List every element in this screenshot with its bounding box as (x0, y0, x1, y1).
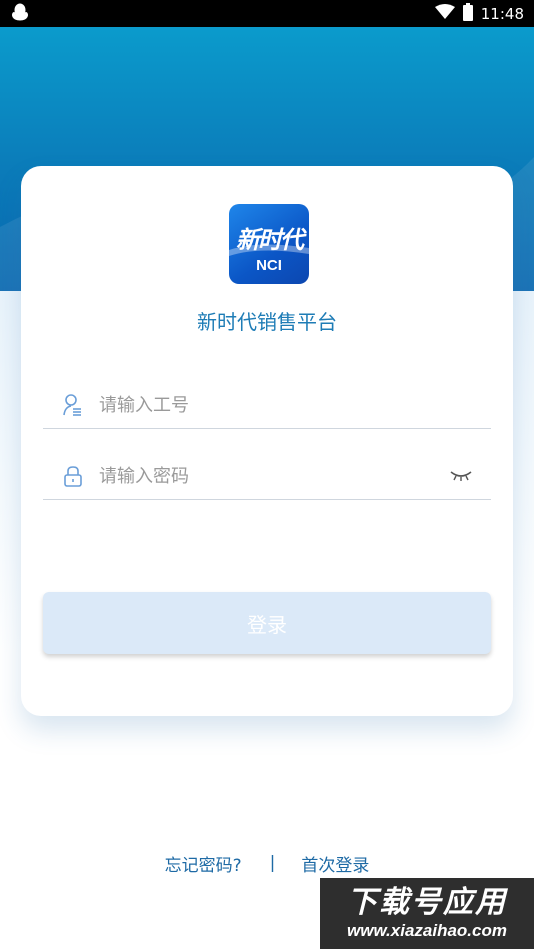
app-name: 新时代销售平台 (197, 310, 337, 334)
status-left (10, 2, 30, 26)
eye-closed-icon[interactable] (449, 468, 473, 484)
link-separator: | (269, 853, 276, 873)
forgot-password-link[interactable]: 忘记密码? (165, 851, 242, 876)
bottom-links: 忘记密码? | 首次登录 (0, 850, 534, 876)
watermark-title: 下载号应用 (347, 884, 507, 920)
watermark-badge: 下载号应用 www.xiazaihao.com (320, 878, 534, 949)
app-logo: 新时代 NCI (229, 204, 309, 284)
login-card: 新时代 NCI 新时代销售平台 请输入工号 登录 (21, 166, 513, 716)
employee-id-input[interactable] (97, 393, 491, 417)
status-time: 11:48 (480, 4, 524, 23)
wifi-icon (434, 3, 455, 24)
logo-subtext: NCI (256, 257, 282, 274)
watermark-url: www.xiazaihao.com (347, 920, 507, 940)
logo-text: 新时代 (236, 225, 304, 254)
employee-id-field[interactable] (43, 382, 491, 429)
user-icon (61, 393, 85, 417)
status-bar: 11:48 (0, 0, 534, 27)
qq-penguin-icon (10, 2, 30, 26)
status-right: 11:48 (434, 2, 524, 25)
lock-icon (61, 464, 85, 488)
password-field[interactable] (43, 453, 491, 500)
battery-icon (462, 2, 473, 25)
first-login-link[interactable]: 首次登录 (301, 851, 369, 876)
login-button[interactable]: 登录 (43, 592, 491, 654)
password-input[interactable] (97, 464, 449, 488)
